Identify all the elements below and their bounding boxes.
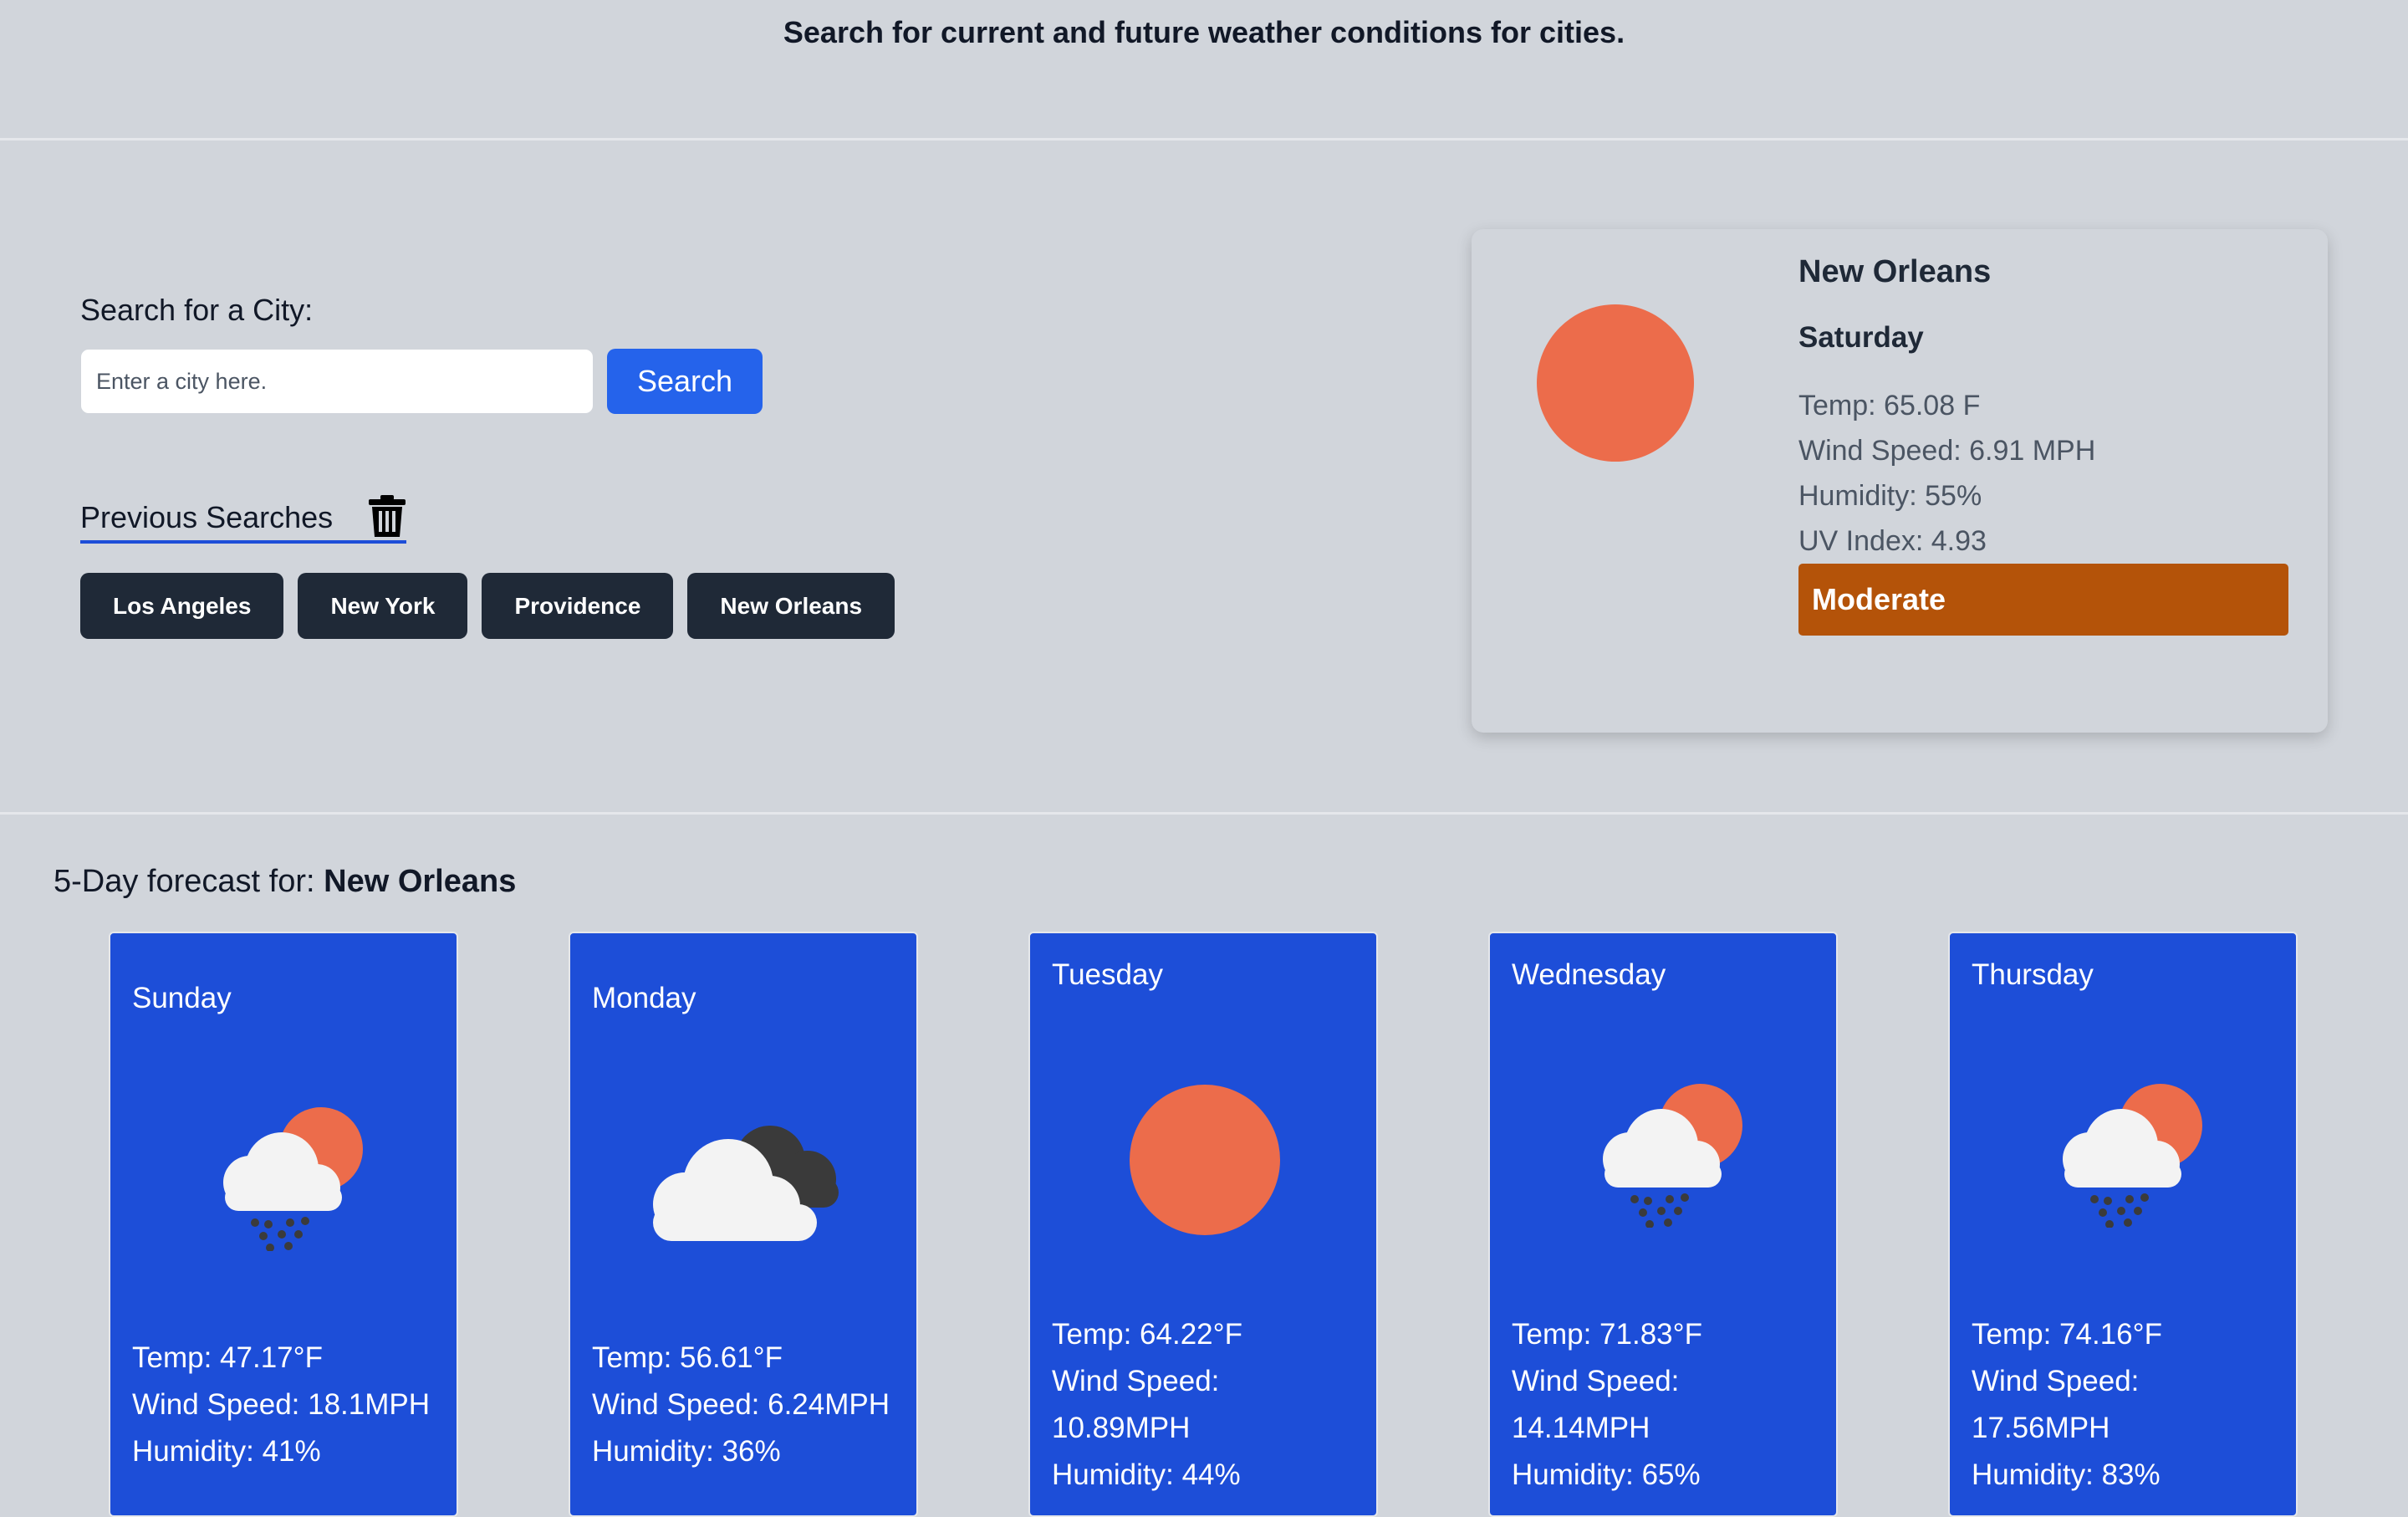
forecast-heading-prefix: 5-Day forecast for: [54,864,315,899]
sun-icon [1030,1080,1376,1244]
forecast-humidity: Humidity: 41% [132,1435,321,1468]
forecast-humidity: Humidity: 44% [1052,1458,1241,1491]
forecast-wind: Wind Speed: 17.56MPH [1972,1365,2140,1444]
forecast-wind: Wind Speed: 6.24MPH [592,1388,890,1421]
forecast-stats: Temp: 74.16°F Wind Speed: 17.56MPH Humid… [1972,1311,2172,1499]
forecast-temp: Temp: 64.22°F [1052,1318,1242,1351]
forecast-card: Thursday Temp: 74.16°F Wind Speed: 17.56… [1948,932,2298,1517]
rain-sun-icon [1490,1077,1836,1232]
search-history-list: Los Angeles New York Providence New Orle… [80,573,895,639]
forecast-card: Sunday Temp: 47.17°F Wind Speed: 18.1MPH… [109,932,458,1517]
history-city-button[interactable]: Providence [482,573,674,639]
cloudy-icon [570,1101,916,1255]
forecast-card: Monday Temp: 56.61°F Wind Speed: 6.24MPH… [569,932,918,1517]
current-humidity: Humidity: 55% [1798,480,1982,512]
current-weather-card: New Orleans Saturday Temp: 65.08 F Wind … [1472,229,2328,733]
current-stats: Temp: 65.08 F Wind Speed: 6.91 MPH Humid… [1798,383,2095,564]
forecast-stats: Temp: 47.17°F Wind Speed: 18.1MPH Humidi… [132,1335,430,1475]
forecast-day: Monday [592,982,696,1014]
current-city: New Orleans [1798,254,1992,289]
forecast-city: New Orleans [324,864,517,899]
current-day: Saturday [1798,321,1924,354]
forecast-card: Wednesday Temp: 71.83°F Wind Speed: 14.1… [1488,932,1838,1517]
header-divider [0,138,2408,140]
search-button[interactable]: Search [607,349,763,414]
forecast-temp: Temp: 47.17°F [132,1341,323,1374]
forecast-temp: Temp: 71.83°F [1512,1318,1702,1351]
city-search-input[interactable] [80,349,594,414]
forecast-day: Thursday [1972,958,2094,991]
uv-level-badge: Moderate [1798,564,2288,636]
forecast-wind: Wind Speed: 18.1MPH [132,1388,431,1421]
forecast-humidity: Humidity: 83% [1972,1458,2161,1491]
forecast-stats: Temp: 56.61°F Wind Speed: 6.24MPH Humidi… [592,1335,890,1475]
history-city-button[interactable]: Los Angeles [80,573,284,639]
current-uv-index: UV Index: 4.93 [1798,525,1987,557]
forecast-temp: Temp: 56.61°F [592,1341,783,1374]
rain-sun-icon [110,1101,457,1255]
trash-icon[interactable] [369,495,406,537]
previous-searches-header: Previous Searches [80,495,406,544]
rain-sun-icon [1950,1077,2296,1232]
forecast-day: Wednesday [1512,958,1666,991]
history-city-button[interactable]: New York [298,573,468,639]
forecast-humidity: Humidity: 65% [1512,1458,1701,1491]
forecast-wind: Wind Speed: 10.89MPH [1052,1365,1220,1444]
forecast-wind: Wind Speed: 14.14MPH [1512,1365,1680,1444]
search-label: Search for a City: [80,293,314,327]
previous-searches-label: Previous Searches [80,500,334,534]
forecast-temp: Temp: 74.16°F [1972,1318,2162,1351]
forecast-stats: Temp: 71.83°F Wind Speed: 14.14MPH Humid… [1512,1311,1712,1499]
forecast-day: Tuesday [1052,958,1163,991]
forecast-stats: Temp: 64.22°F Wind Speed: 10.89MPH Humid… [1052,1311,1252,1499]
page-tagline: Search for current and future weather co… [783,15,1625,49]
section-divider [0,812,2408,815]
forecast-heading: 5-Day forecast for: New Orleans [54,864,516,900]
history-city-button[interactable]: New Orleans [687,573,895,639]
current-temp: Temp: 65.08 F [1798,390,1981,421]
forecast-card: Tuesday Temp: 64.22°F Wind Speed: 10.89M… [1028,932,1378,1517]
forecast-humidity: Humidity: 36% [592,1435,781,1468]
sun-icon [1537,304,1694,462]
current-wind: Wind Speed: 6.91 MPH [1798,435,2096,467]
forecast-day: Sunday [132,982,232,1014]
